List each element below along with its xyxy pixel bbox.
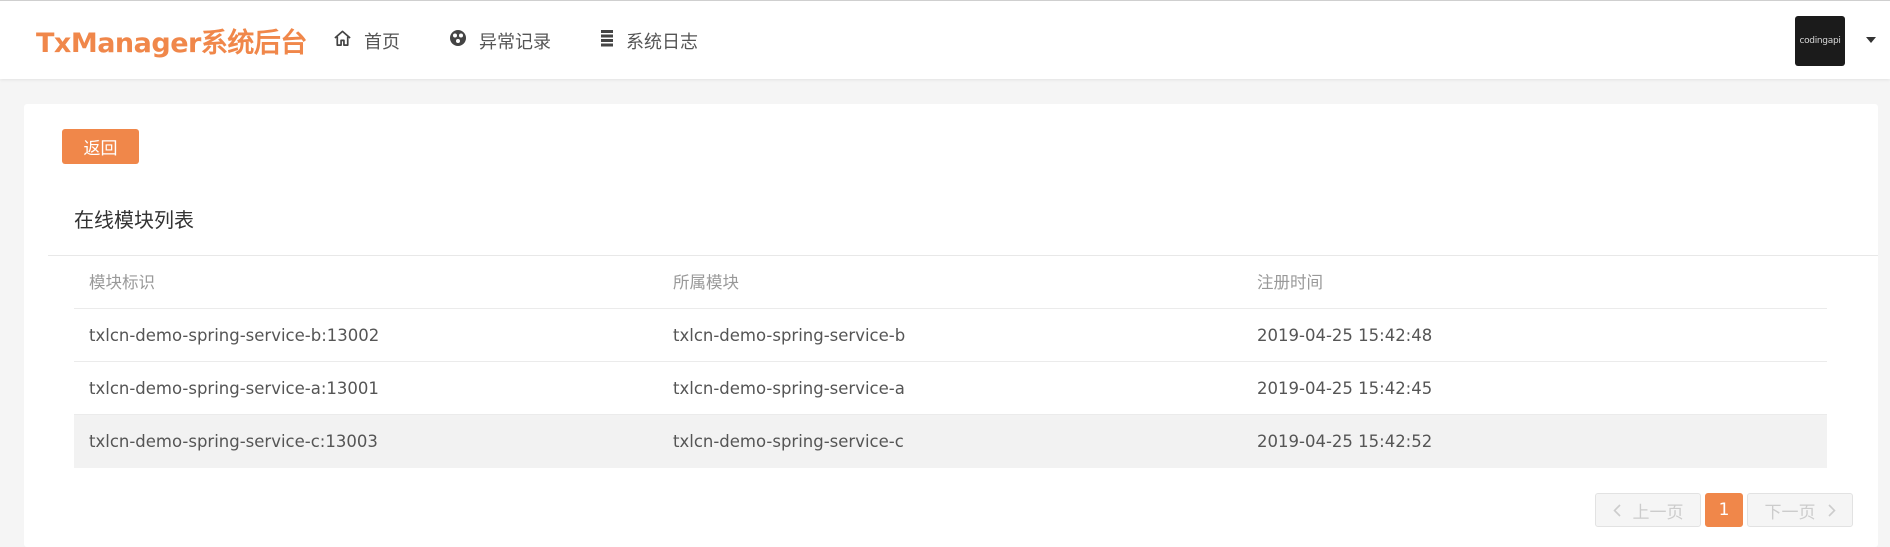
list-icon	[600, 29, 626, 52]
cell-module: txlcn-demo-spring-service-c	[673, 432, 904, 451]
next-page-label: 下一页	[1764, 502, 1816, 523]
nav-item-home-label: 首页	[364, 31, 400, 53]
next-page-button[interactable]: 下一页	[1747, 493, 1853, 527]
chevron-down-icon[interactable]	[1866, 37, 1876, 43]
main-nav-3: 系统日志	[600, 1, 698, 80]
cell-register-time: 2019-04-25 15:42:45	[1257, 379, 1433, 398]
main-nav-2: 异常记录	[449, 1, 551, 80]
current-page-label: 1	[1718, 500, 1730, 520]
error-log-icon	[449, 29, 479, 52]
cell-module: txlcn-demo-spring-service-a	[673, 379, 905, 398]
nav-item-error-log-label: 异常记录	[479, 31, 551, 53]
cell-register-time: 2019-04-25 15:42:52	[1257, 432, 1433, 451]
chevron-right-icon	[1827, 503, 1836, 517]
cell-module-id: txlcn-demo-spring-service-a:13001	[89, 379, 379, 398]
prev-page-label: 上一页	[1632, 502, 1684, 523]
app-brand[interactable]: TxManager系统后台	[36, 21, 307, 60]
cell-module-id: txlcn-demo-spring-service-b:13002	[89, 326, 380, 345]
page-number-button[interactable]: 1	[1705, 493, 1743, 527]
back-button[interactable]: 返回	[62, 129, 139, 164]
nav-item-system-log[interactable]: 系统日志	[600, 1, 698, 80]
module-table: 模块标识 所属模块 注册时间 txlcn-demo-spring-service…	[74, 256, 1827, 468]
avatar[interactable]: codingapi	[1795, 16, 1845, 66]
home-icon	[333, 29, 364, 52]
cell-register-time: 2019-04-25 15:42:48	[1257, 326, 1433, 345]
section-title: 在线模块列表	[74, 208, 194, 232]
column-header-register-time: 注册时间	[1257, 273, 1323, 292]
avatar-logo-text: codingapi	[1799, 36, 1841, 46]
chevron-left-icon	[1612, 503, 1621, 517]
prev-page-button[interactable]: 上一页	[1595, 493, 1701, 527]
table-row[interactable]: txlcn-demo-spring-service-a:13001 txlcn-…	[74, 362, 1827, 415]
table-row[interactable]: txlcn-demo-spring-service-c:13003 txlcn-…	[74, 415, 1827, 468]
table-header-row: 模块标识 所属模块 注册时间	[74, 256, 1827, 309]
cell-module-id: txlcn-demo-spring-service-c:13003	[89, 432, 378, 451]
column-header-module-id: 模块标识	[89, 273, 155, 292]
column-header-module: 所属模块	[673, 273, 739, 292]
content-card: 返回 在线模块列表 模块标识 所属模块 注册时间 txlcn-demo-spri…	[24, 104, 1878, 547]
cell-module: txlcn-demo-spring-service-b	[673, 326, 906, 345]
nav-item-error-log[interactable]: 异常记录	[449, 1, 551, 80]
main-nav: 首页	[333, 1, 400, 80]
top-navbar: TxManager系统后台 首页 异常记录 系统日志 codingapi	[0, 0, 1890, 79]
table-row[interactable]: txlcn-demo-spring-service-b:13002 txlcn-…	[74, 309, 1827, 362]
nav-item-home[interactable]: 首页	[333, 1, 400, 80]
nav-item-system-log-label: 系统日志	[626, 31, 698, 53]
